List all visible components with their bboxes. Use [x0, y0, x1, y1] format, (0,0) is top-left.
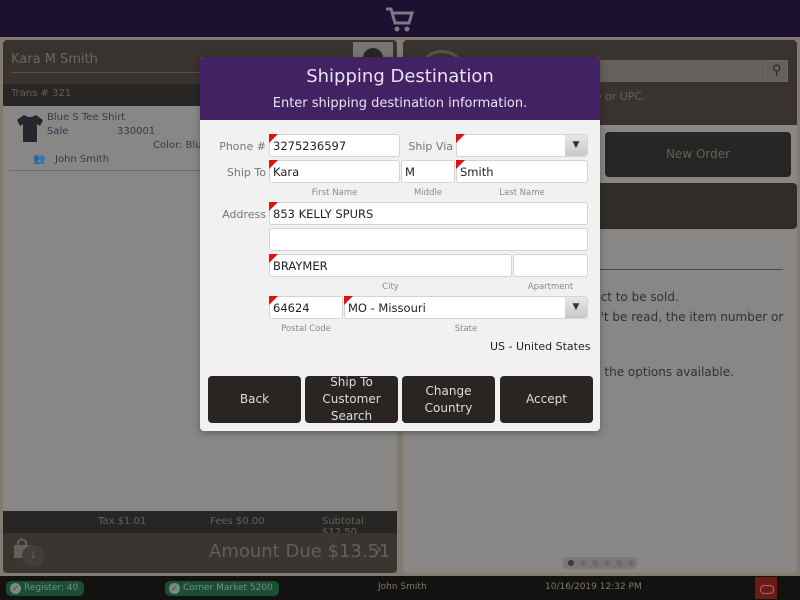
datetime: 10/16/2019 12:32 PM [545, 582, 642, 592]
last-name-field[interactable]: Smith [456, 160, 588, 183]
shopping-cart-icon[interactable] [384, 4, 416, 34]
customer-search-button[interactable]: Ship To Customer Search [305, 375, 398, 423]
status-bar: ✓ Register: 40 ✓ Corner Market 5200 John… [0, 576, 800, 600]
first-name-field[interactable]: Kara [269, 160, 400, 183]
address-label: Address [222, 208, 266, 221]
chevron-down-icon[interactable]: ▼ [565, 297, 587, 318]
top-bar [0, 0, 800, 37]
back-button[interactable]: Back [208, 376, 301, 423]
dialog-subtitle: Enter shipping destination information. [272, 96, 528, 111]
ship-via-label: Ship Via [408, 140, 453, 153]
store-label: Corner Market 5200 [183, 583, 273, 593]
middle-name-field[interactable]: M [401, 160, 455, 183]
state-value: MO - Missouri [348, 301, 426, 315]
city-caption: City [382, 282, 399, 292]
country-value: US - United States [490, 340, 591, 353]
state-caption: State [454, 324, 478, 334]
city-field[interactable]: BRAYMER [269, 254, 512, 277]
state-select[interactable]: MO - Missouri ▼ [344, 296, 588, 319]
postal-code-field[interactable]: 64624 [269, 296, 343, 319]
phone-label: Phone # [219, 140, 266, 153]
oracle-menu-icon[interactable] [755, 577, 777, 599]
change-country-button[interactable]: Change Country [402, 376, 495, 423]
apartment-field[interactable] [513, 254, 588, 277]
register-status: ✓ Register: 40 [6, 581, 85, 596]
postal-code-caption: Postal Code [281, 324, 331, 334]
ship-to-label: Ship To [226, 166, 266, 179]
operator-name: John Smith [378, 582, 427, 592]
shipping-destination-dialog: Shipping Destination Enter shipping dest… [200, 57, 600, 431]
store-status: ✓ Corner Market 5200 [165, 581, 279, 596]
phone-field[interactable]: 3275236597 [269, 134, 400, 157]
middle-caption: Middle [413, 188, 443, 198]
apartment-caption: Apartment [527, 282, 574, 292]
register-label: Register: 40 [24, 583, 79, 593]
first-name-caption: First Name [311, 188, 358, 198]
check-circle-icon: ✓ [10, 583, 21, 594]
address-line1-field[interactable]: 853 KELLY SPURS [269, 202, 588, 225]
last-name-caption: Last Name [499, 188, 545, 198]
chevron-down-icon[interactable]: ▼ [565, 135, 587, 156]
ship-via-select[interactable]: ▼ [456, 134, 588, 157]
dialog-header: Shipping Destination Enter shipping dest… [200, 57, 600, 120]
dialog-title: Shipping Destination [306, 66, 494, 87]
check-circle-icon: ✓ [169, 583, 180, 594]
accept-button[interactable]: Accept [500, 376, 593, 423]
address-line2-field[interactable] [269, 228, 588, 251]
